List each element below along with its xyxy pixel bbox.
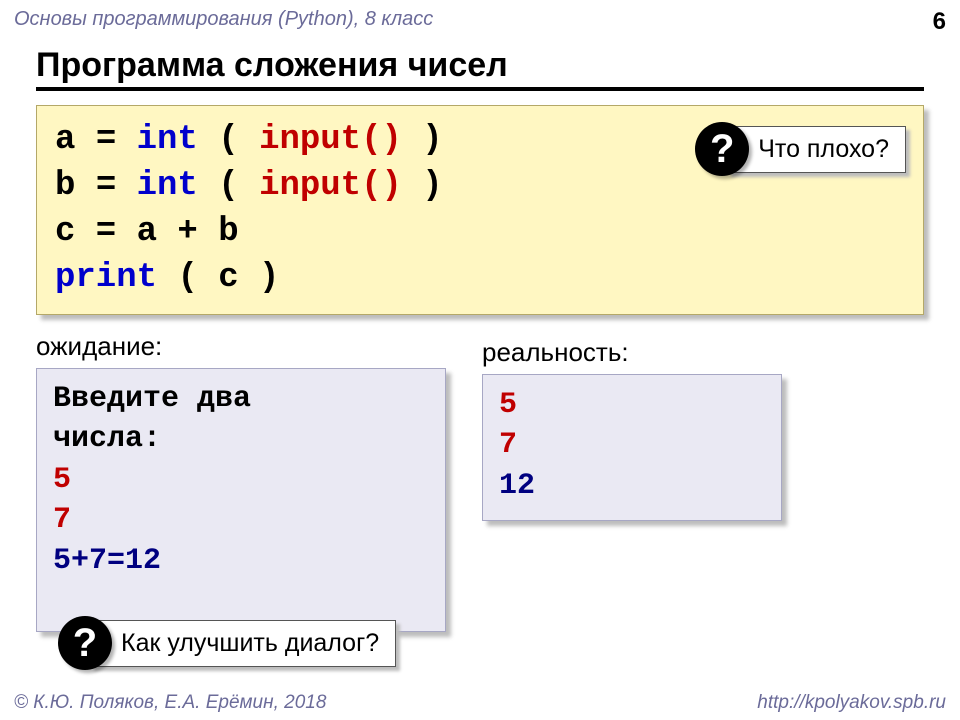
copyright: © К.Ю. Поляков, Е.А. Ерёмин, 2018: [14, 692, 326, 714]
print-keyword: print: [55, 259, 157, 297]
title-underline: [36, 87, 924, 91]
eq-sign: =: [96, 167, 116, 205]
callout-bottom: ? Как улучшить диалог?: [58, 616, 396, 670]
prompt-line-2: числа:: [53, 419, 429, 460]
int-keyword: int: [137, 121, 198, 159]
reality-console: 5 7 12: [482, 374, 782, 522]
int-keyword: int: [137, 167, 198, 205]
expectation-console: Введите два числа: 5 7 5+7=12: [36, 368, 446, 633]
expectation-label: ожидание:: [36, 331, 446, 362]
columns: ожидание: Введите два числа: 5 7 5+7=12 …: [0, 325, 960, 633]
paren-close: ): [422, 167, 442, 205]
slide-title: Программа сложения чисел: [0, 36, 960, 87]
result-line: 5+7=12: [53, 541, 429, 582]
user-input-1: 5: [53, 460, 429, 501]
prompt-line-1: Введите два: [53, 379, 429, 420]
output-line: 12: [499, 466, 765, 507]
user-input-1: 5: [499, 385, 765, 426]
reality-column: реальность: 5 7 12: [482, 325, 782, 633]
callout-bottom-text: Как улучшить диалог?: [90, 620, 396, 667]
paren-open: (: [218, 167, 238, 205]
input-call: input(): [259, 121, 402, 159]
input-call: input(): [259, 167, 402, 205]
user-input-2: 7: [499, 425, 765, 466]
var-b: b: [55, 167, 75, 205]
slide-header: Основы программирования (Python), 8 клас…: [0, 0, 960, 36]
callout-top-text: Что плохо?: [727, 126, 906, 173]
paren-close: ): [422, 121, 442, 159]
var-a: a: [55, 121, 75, 159]
code-line-4: print ( c ): [55, 256, 905, 302]
footer-url: http://kpolyakov.spb.ru: [757, 692, 946, 714]
print-args: ( c ): [177, 259, 279, 297]
page-number: 6: [933, 8, 946, 36]
reality-label: реальность:: [482, 337, 782, 368]
slide-footer: © К.Ю. Поляков, Е.А. Ерёмин, 2018 http:/…: [0, 692, 960, 714]
code-line-3: c = a + b: [55, 210, 905, 256]
course-name: Основы программирования (Python), 8 клас…: [14, 8, 433, 36]
user-input-2: 7: [53, 500, 429, 541]
eq-sign: =: [96, 121, 116, 159]
question-mark-icon: ?: [58, 616, 112, 670]
question-mark-icon: ?: [695, 122, 749, 176]
callout-top: ? Что плохо?: [695, 122, 906, 176]
paren-open: (: [218, 121, 238, 159]
expectation-column: ожидание: Введите два числа: 5 7 5+7=12: [36, 325, 446, 633]
